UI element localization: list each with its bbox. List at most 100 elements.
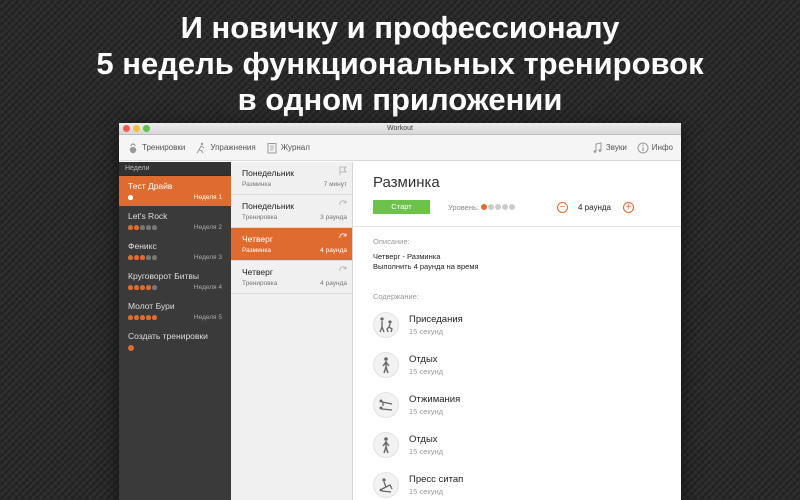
level-kettlebells — [480, 204, 515, 210]
close-window-button[interactable] — [123, 125, 130, 132]
description-line: Выполнить 4 раунда на время — [373, 262, 479, 271]
toolbar-sounds-label: Звуки — [605, 143, 627, 152]
content-label: Содержание: — [373, 292, 419, 301]
pushup-icon — [373, 392, 399, 418]
increase-rounds-button[interactable]: + — [623, 201, 634, 213]
week-number: Неделя 2 — [193, 224, 222, 231]
day-meta: 4 раунда — [320, 247, 347, 254]
day-type: Тренировка — [242, 214, 278, 221]
week-item[interactable]: Let's Rock Неделя 2 — [119, 206, 231, 236]
kettlebell-icon — [129, 143, 137, 153]
day-item[interactable]: Четверг Тренировка 4 раунда — [231, 261, 352, 294]
week-item[interactable]: Круговорот Битвы Неделя 4 — [119, 266, 231, 296]
level-kettlebells — [128, 285, 157, 290]
week-name: Let's Rock — [128, 211, 168, 221]
exercise-name: Пресс ситап — [409, 474, 464, 485]
week-name: Молот Бури — [128, 301, 175, 311]
weeks-sidebar: Недели Тест Драйв Неделя 1 Let's Rock Не… — [119, 162, 231, 500]
week-name: Тест Драйв — [128, 181, 173, 191]
squat-icon — [373, 312, 399, 338]
week-item[interactable]: Тест Драйв Неделя 1 — [119, 176, 231, 206]
exercise-duration: 15 секунд — [409, 487, 443, 496]
week-name: Феникс — [128, 241, 157, 251]
exercise-name: Приседания — [409, 314, 463, 325]
add-icon — [128, 345, 134, 351]
week-item[interactable]: Феникс Неделя 3 — [119, 236, 231, 266]
detail-title: Разминка — [373, 174, 440, 191]
toolbar-workouts[interactable]: Тренировки — [127, 142, 185, 154]
exercise-item[interactable]: Пресс ситап 15 секунд — [373, 465, 681, 500]
toolbar: Тренировки Упражнения Журнал Звуки Инфо — [119, 135, 681, 161]
week-number: Неделя 3 — [193, 254, 222, 261]
level-kettlebells — [128, 255, 157, 260]
minimize-window-button[interactable] — [133, 125, 140, 132]
day-meta: 4 раунда — [320, 280, 347, 287]
toolbar-workouts-label: Тренировки — [142, 143, 186, 152]
level-kettlebells — [128, 315, 157, 320]
rest-icon — [373, 432, 399, 458]
headline-line-2: 5 недель функциональных тренировок — [96, 46, 704, 81]
rounds-icon — [339, 200, 347, 206]
journal-icon — [267, 142, 277, 153]
toolbar-exercises[interactable]: Упражнения — [195, 142, 256, 154]
promo-headline: И новичку и профессионалу 5 недель функц… — [0, 10, 800, 118]
exercise-item[interactable]: Отжимания 15 секунд — [373, 385, 681, 425]
days-list: Понедельник Разминка 7 минут Понедельник … — [231, 162, 353, 500]
day-item[interactable]: Понедельник Тренировка 3 раунда — [231, 195, 352, 228]
day-item[interactable]: Понедельник Разминка 7 минут — [231, 162, 352, 195]
detail-controls: Старт Уровень: − 4 раунда + — [373, 200, 681, 214]
day-meta: 3 раунда — [320, 214, 347, 221]
window-controls — [123, 125, 150, 132]
rounds-icon — [339, 233, 347, 239]
flag-icon — [339, 166, 347, 175]
rest-icon — [373, 352, 399, 378]
day-type: Разминка — [242, 181, 271, 188]
day-name: Четверг — [242, 234, 273, 244]
week-item[interactable]: Молот Бури Неделя 5 — [119, 296, 231, 326]
info-icon — [637, 142, 649, 153]
exercise-list: Приседания 15 секунд Отдых 15 секунд Отж… — [373, 305, 681, 500]
exercise-name: Отжимания — [409, 394, 461, 405]
description-text: Четверг - Разминка Выполнить 4 раунда на… — [373, 252, 681, 272]
create-workout-item[interactable]: Создать тренировки — [119, 326, 231, 356]
weeks-header: Недели — [119, 162, 231, 176]
day-type: Тренировка — [242, 280, 278, 287]
level-label: Уровень: — [448, 202, 479, 212]
create-workout-label: Создать тренировки — [128, 331, 208, 341]
zoom-window-button[interactable] — [143, 125, 150, 132]
exercise-duration: 15 секунд — [409, 447, 443, 456]
headline-line-1: И новичку и профессионалу — [180, 10, 620, 45]
toolbar-sounds[interactable]: Звуки — [591, 141, 627, 154]
window-title: Workout — [387, 125, 413, 132]
exercise-item[interactable]: Отдых 15 секунд — [373, 425, 681, 465]
exercise-item[interactable]: Приседания 15 секунд — [373, 305, 681, 345]
situp-icon — [373, 472, 399, 498]
start-button[interactable]: Старт — [373, 200, 430, 214]
week-number: Неделя 4 — [193, 284, 222, 291]
rounds-icon — [339, 266, 347, 272]
toolbar-info-label: Инфо — [651, 143, 673, 152]
exercise-name: Отдых — [409, 434, 438, 445]
exercise-duration: 15 секунд — [409, 327, 443, 336]
toolbar-journal[interactable]: Журнал — [266, 142, 310, 154]
day-name: Понедельник — [242, 168, 295, 178]
decrease-rounds-button[interactable]: − — [556, 201, 568, 213]
day-name: Четверг — [242, 267, 273, 277]
day-item[interactable]: Четверг Разминка 4 раунда — [231, 228, 352, 261]
exercise-duration: 15 секунд — [409, 407, 443, 416]
rounds-value: 4 раунда — [577, 202, 611, 212]
toolbar-info[interactable]: Инфо — [637, 142, 673, 154]
workout-detail: Разминка Старт Уровень: − 4 раунда + Опи… — [353, 162, 681, 500]
divider — [353, 226, 681, 227]
runner-icon — [196, 142, 205, 153]
week-number: Неделя 5 — [193, 314, 222, 321]
level-kettlebells — [128, 195, 133, 200]
day-name: Понедельник — [242, 201, 295, 211]
headline-line-3: в одном приложении — [237, 82, 563, 117]
toolbar-journal-label: Журнал — [280, 143, 310, 152]
exercise-name: Отдых — [409, 354, 438, 365]
day-meta: 7 минут — [323, 181, 347, 188]
exercise-item[interactable]: Отдых 15 секунд — [373, 345, 681, 385]
description-line: Четверг - Разминка — [373, 252, 441, 261]
week-number: Неделя 1 — [193, 194, 222, 201]
